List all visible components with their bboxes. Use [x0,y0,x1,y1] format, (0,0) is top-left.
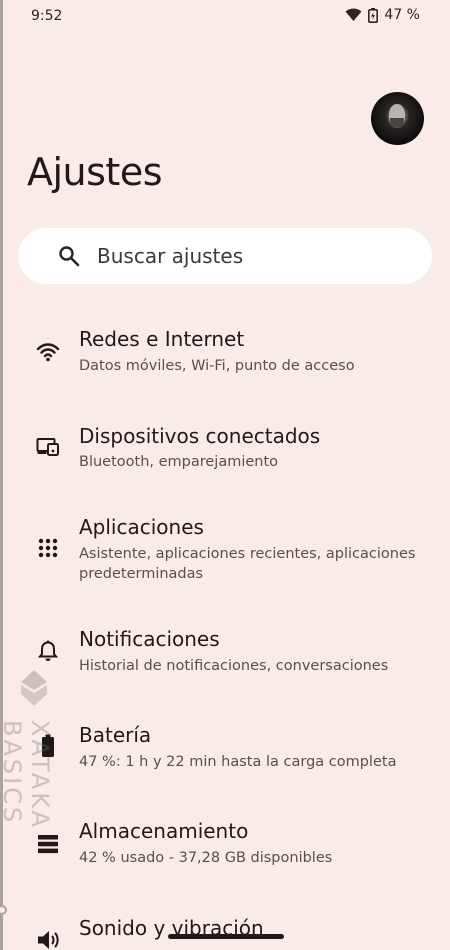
search-input[interactable]: Buscar ajustes [97,244,243,268]
setting-title: Notificaciones [79,627,220,651]
search-bar[interactable]: Buscar ajustes [18,228,432,284]
setting-subtitle: 42 % usado - 37,28 GB disponibles [79,850,333,866]
setting-title: Aplicaciones [79,515,204,539]
page-title: Ajustes [27,150,163,194]
watermark-logo-icon [19,668,49,708]
gesture-nav-bar[interactable] [168,934,284,939]
wifi-icon [345,8,362,22]
setting-connected-devices[interactable]: Dispositivos conectados Bluetooth, empar… [0,416,450,504]
setting-apps[interactable]: Aplicaciones Asistente, aplicaciones rec… [0,508,450,620]
watermark-text: XATAKA BASICS [0,720,54,830]
status-indicators: 47 % [345,7,420,23]
setting-title: Batería [79,723,152,747]
setting-sound[interactable]: Sonido y vibración [0,908,450,950]
avatar-beard [390,118,404,128]
volume-icon [36,928,60,950]
battery-charging-icon [368,7,379,23]
setting-storage[interactable]: Almacenamiento 42 % usado - 37,28 GB dis… [0,812,450,900]
battery-percentage: 47 % [384,7,420,23]
bell-icon [36,639,60,663]
setting-subtitle: 47 %: 1 h y 22 min hasta la carga comple… [79,754,397,770]
setting-network[interactable]: Redes e Internet Datos móviles, Wi-Fi, p… [0,320,450,408]
devices-icon [36,435,60,459]
setting-battery[interactable]: Batería 47 %: 1 h y 22 min hasta la carg… [0,716,450,804]
status-time: 9:52 [31,8,63,24]
avatar[interactable] [371,92,424,145]
setting-subtitle: Bluetooth, emparejamiento [79,454,279,470]
watermark: XATAKA BASICS [0,668,54,918]
search-icon [58,245,80,267]
wifi-icon [36,340,60,364]
setting-subtitle: Datos móviles, Wi-Fi, punto de acceso [79,358,355,374]
setting-subtitle: Historial de notificaciones, conversacio… [79,658,389,674]
apps-grid-icon [36,536,60,560]
settings-screen: 9:52 47 % Ajustes Buscar ajustes Redes e… [0,0,450,950]
setting-title: Redes e Internet [79,327,245,351]
setting-subtitle: Asistente, aplicaciones recientes, aplic… [79,546,416,582]
setting-title: Dispositivos conectados [79,424,321,448]
setting-notifications[interactable]: Notificaciones Historial de notificacion… [0,620,450,708]
status-bar: 9:52 47 % [0,0,450,32]
setting-title: Almacenamiento [79,819,249,843]
